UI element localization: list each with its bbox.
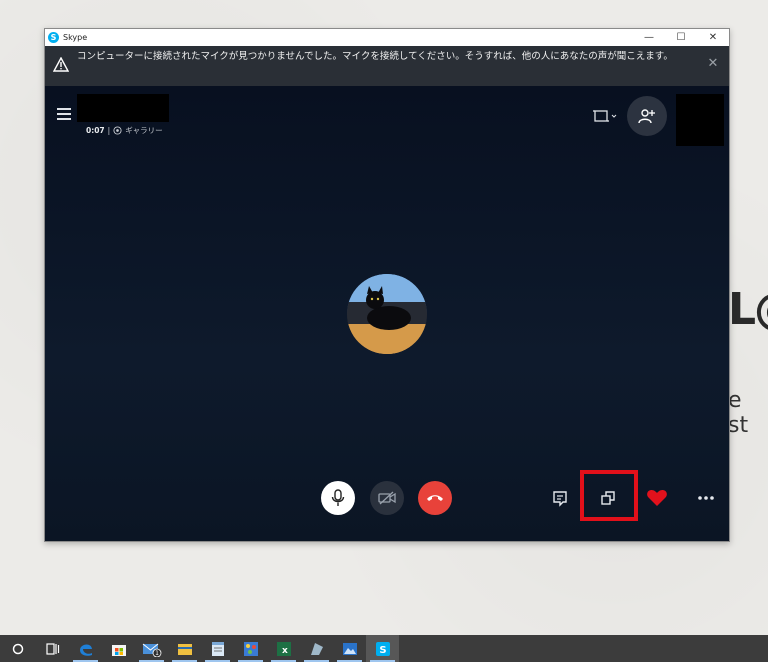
video-toggle-button[interactable] — [370, 481, 404, 515]
taskbar-skype[interactable]: S — [366, 635, 399, 662]
taskbar-store[interactable] — [102, 635, 135, 662]
call-status: 0:07 | ギャラリー — [86, 125, 163, 136]
close-icon[interactable]: ✕ — [706, 57, 720, 71]
more-options-icon[interactable] — [695, 488, 717, 508]
heart-icon[interactable] — [646, 488, 668, 508]
svg-text:x: x — [282, 646, 288, 656]
window-title: Skype — [63, 33, 88, 42]
hang-up-button[interactable] — [418, 481, 452, 515]
warning-message: コンピューターに接続されたマイクが見つかりませんでした。マイクを接続してください… — [77, 51, 673, 62]
task-view-button[interactable] — [36, 635, 69, 662]
store-icon — [111, 644, 126, 656]
edge-icon — [79, 644, 92, 656]
warning-icon — [53, 57, 69, 72]
app-icon — [310, 642, 323, 655]
separator: | — [107, 126, 111, 135]
microphone-icon — [331, 489, 345, 506]
mail-icon: 1 — [142, 643, 161, 657]
taskbar-file-explorer[interactable] — [168, 635, 201, 662]
taskbar: 1 x S — [0, 635, 768, 662]
call-timer: 0:07 — [86, 126, 105, 135]
maximize-button[interactable]: ☐ — [665, 29, 697, 46]
minimize-button[interactable]: — — [633, 29, 665, 46]
cortana-icon — [12, 643, 24, 654]
microphone-warning-banner: コンピューターに接続されたマイクが見つかりませんでした。マイクを接続してください… — [45, 46, 729, 86]
title-bar[interactable]: S Skype — ☐ ✕ — [45, 29, 729, 46]
view-mode-label[interactable]: ギャラリー — [125, 125, 163, 136]
add-participant-button[interactable] — [627, 96, 667, 136]
taskbar-excel[interactable]: x — [267, 635, 300, 662]
layout-icon[interactable] — [593, 108, 619, 124]
photos-icon — [342, 642, 357, 655]
skype-window: S Skype — ☐ ✕ コンピューターに接続されたマイクが見つかりませんでし… — [44, 28, 730, 542]
gallery-icon — [113, 126, 122, 135]
folder-icon — [177, 643, 192, 655]
taskbar-notepad[interactable] — [201, 635, 234, 662]
taskbar-mail[interactable]: 1 — [135, 635, 168, 662]
contact-avatar — [347, 274, 427, 354]
close-button[interactable]: ✕ — [697, 29, 729, 46]
highlight-annotation-box — [580, 470, 638, 521]
skype-app-icon: S — [48, 32, 59, 43]
task-view-icon — [45, 642, 59, 655]
excel-icon: x — [276, 641, 291, 656]
redacted-self-view — [676, 94, 724, 146]
taskbar-app[interactable] — [300, 635, 333, 662]
hamburger-menu-icon[interactable] — [57, 108, 71, 120]
add-person-icon — [638, 109, 655, 124]
cortana-search-button[interactable] — [0, 635, 36, 662]
video-off-icon — [378, 491, 396, 505]
hang-up-icon — [427, 495, 443, 501]
paint-icon — [243, 641, 258, 656]
svg-text:S: S — [379, 645, 386, 656]
redacted-contact-name — [77, 94, 169, 122]
mail-badge: 1 — [155, 650, 159, 657]
background-logo-fragment: L@ — [728, 284, 768, 335]
background-text-fragment: e st — [728, 388, 749, 438]
taskbar-paint[interactable] — [234, 635, 267, 662]
skype-icon: S — [375, 641, 390, 656]
microphone-button[interactable] — [321, 481, 355, 515]
taskbar-photos[interactable] — [333, 635, 366, 662]
notepad-icon — [211, 641, 224, 656]
taskbar-edge[interactable] — [69, 635, 102, 662]
chat-icon[interactable] — [550, 488, 570, 508]
